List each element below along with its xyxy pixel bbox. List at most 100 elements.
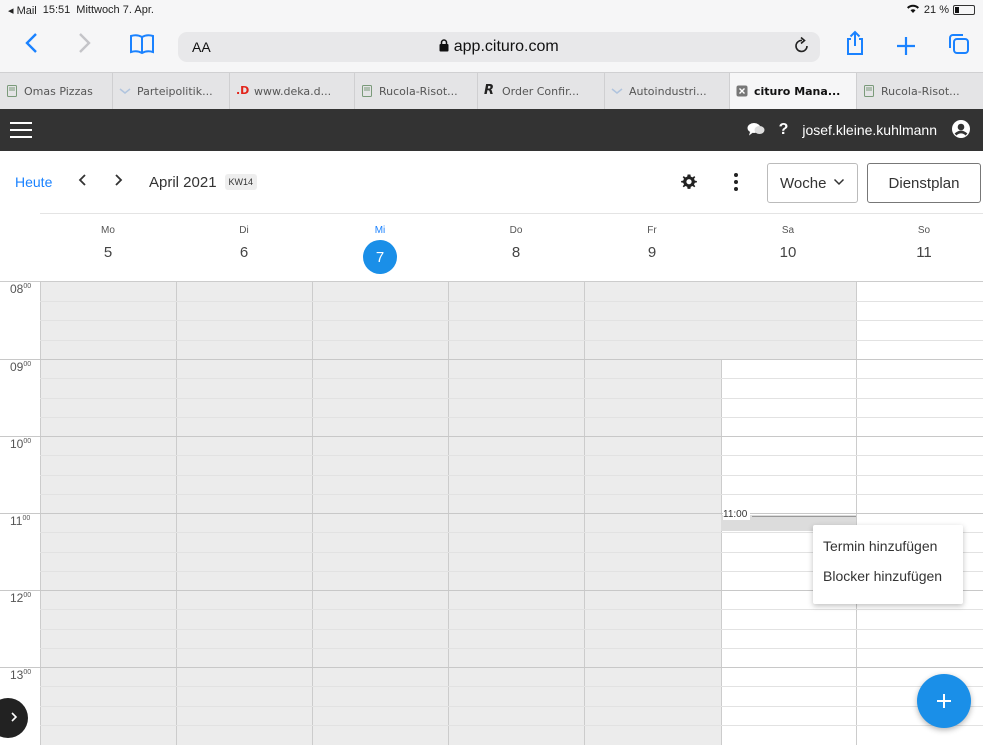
add-appointment-menu-item[interactable]: Termin hinzufügen — [813, 535, 963, 565]
dienstplan-button[interactable]: Dienstplan — [867, 163, 981, 203]
hour-label: 1200 — [10, 591, 32, 605]
deka-icon: .D — [236, 84, 250, 97]
bookmarks-icon[interactable] — [129, 33, 155, 59]
hour-label: 1100 — [10, 514, 31, 528]
chevron-down-icon — [833, 177, 845, 189]
share-icon[interactable] — [845, 30, 865, 60]
browser-tab[interactable]: Parteipolitik... — [113, 73, 230, 109]
calendar-toolbar: Heute April 2021 KW14 Woche Dienstplan — [0, 151, 983, 213]
script-r-icon: R — [484, 83, 495, 98]
app-header: ? josef.kleine.kuhlmann — [0, 109, 983, 151]
next-week-icon[interactable] — [114, 173, 124, 192]
tab-label: Rucola-Risot... — [379, 84, 458, 98]
chevron-right-icon — [10, 711, 18, 726]
day-header-today[interactable]: Mi 7 — [312, 214, 448, 282]
day-number: 5 — [103, 244, 113, 261]
day-header[interactable]: Do 8 — [448, 214, 584, 282]
day-header-row: Mo 5 Di 6 Mi 7 Do 8 Fr 9 Sa 10 So 11 — [40, 213, 983, 281]
browser-tab[interactable]: Rucola-Risot... — [857, 73, 983, 109]
url-display: app.cituro.com — [178, 38, 820, 56]
forward-chevron-icon[interactable] — [78, 32, 92, 58]
battery-icon — [953, 5, 975, 15]
back-chevron-icon[interactable] — [24, 32, 38, 58]
slot-context-menu: Termin hinzufügen Blocker hinzufügen — [813, 525, 963, 604]
hour-label: 1000 — [10, 437, 32, 451]
browser-tab[interactable]: .D www.deka.d... — [230, 73, 355, 109]
more-options-icon[interactable] — [734, 173, 738, 194]
username-label[interactable]: josef.kleine.kuhlmann — [802, 122, 937, 138]
browser-tab-strip: Omas Pizzas Parteipolitik... .D www.deka… — [0, 72, 983, 109]
battery-percent: 21 % — [923, 4, 949, 16]
view-select[interactable]: Woche — [767, 163, 858, 203]
status-date: Mittwoch 7. Apr. — [76, 3, 154, 16]
hour-label: 0900 — [10, 360, 32, 374]
tab-label: cituro Mana... — [754, 84, 841, 98]
day-name: Mi — [374, 225, 386, 236]
add-blocker-menu-item[interactable]: Blocker hinzufügen — [813, 565, 963, 595]
tab-label: Autoindustri... — [629, 84, 707, 98]
user-avatar-icon[interactable] — [951, 119, 971, 142]
browser-toolbar: AA app.cituro.com — [0, 20, 983, 72]
add-fab-button[interactable] — [917, 674, 971, 728]
gear-icon[interactable] — [680, 173, 698, 196]
new-tab-icon[interactable] — [896, 34, 916, 60]
browser-tab[interactable]: R Order Confir... — [478, 73, 605, 109]
bookmark-icon — [361, 85, 373, 97]
previous-week-icon[interactable] — [77, 173, 87, 192]
url-text: app.cituro.com — [453, 38, 559, 55]
help-button[interactable]: ? — [779, 121, 789, 139]
day-header[interactable]: Mo 5 — [40, 214, 176, 282]
status-time: 15:51 — [42, 3, 71, 16]
day-number: 8 — [511, 244, 521, 261]
close-tab-icon[interactable] — [736, 85, 748, 97]
tabs-overview-icon[interactable] — [948, 33, 970, 59]
month-label: April 2021 — [149, 173, 217, 191]
bookmark-icon — [6, 85, 18, 97]
time-indicator-line — [752, 516, 856, 517]
tab-label: www.deka.d... — [254, 84, 332, 98]
day-name: Fr — [647, 225, 657, 236]
chat-icon[interactable] — [747, 122, 765, 139]
day-number: 10 — [779, 244, 797, 261]
month-title: April 2021 KW14 — [149, 173, 258, 191]
week-time-grid[interactable]: 0800 0900 1000 1100 1200 1300 11:00 — [0, 281, 983, 745]
address-bar[interactable]: AA app.cituro.com — [178, 32, 820, 62]
mail-icon — [611, 85, 623, 97]
mail-icon — [119, 85, 131, 97]
tab-label: Omas Pizzas — [24, 84, 93, 98]
tab-label: Parteipolitik... — [137, 84, 213, 98]
day-header[interactable]: Di 6 — [176, 214, 312, 282]
day-name: Do — [509, 225, 523, 236]
reload-icon[interactable] — [794, 36, 810, 58]
browser-tab[interactable]: Rucola-Risot... — [355, 73, 478, 109]
hamburger-menu-icon[interactable] — [10, 122, 32, 138]
browser-tab[interactable]: Autoindustri... — [605, 73, 730, 109]
browser-tab-active[interactable]: cituro Mana... — [730, 73, 857, 109]
back-to-app-link[interactable]: ◂ Mail — [8, 4, 37, 17]
reader-options-button[interactable]: AA — [192, 39, 211, 55]
day-name: Sa — [781, 225, 795, 236]
day-number-today: 7 — [363, 240, 397, 274]
browser-tab[interactable]: Omas Pizzas — [0, 73, 113, 109]
day-header[interactable]: Sa 10 — [720, 214, 856, 282]
tab-label: Order Confir... — [502, 84, 580, 98]
ios-status-bar: ◂ Mail 15:51 Mittwoch 7. Apr. 21 % — [0, 0, 983, 20]
view-select-value: Woche — [780, 174, 827, 192]
day-header[interactable]: So 11 — [856, 214, 983, 282]
lock-icon — [439, 38, 453, 55]
selected-slot-time: 11:00 — [723, 509, 751, 520]
hour-label: 1300 — [10, 668, 32, 682]
bookmark-icon — [863, 85, 875, 97]
today-button[interactable]: Heute — [15, 174, 52, 190]
plus-icon — [935, 686, 953, 717]
day-number: 6 — [239, 244, 249, 261]
wifi-icon — [906, 3, 920, 17]
hour-label: 0800 — [10, 282, 32, 296]
day-number: 11 — [916, 244, 932, 261]
tab-label: Rucola-Risot... — [881, 84, 960, 98]
day-name: So — [917, 225, 931, 236]
day-name: Mo — [101, 225, 115, 236]
day-number: 9 — [647, 244, 657, 261]
day-name: Di — [239, 225, 249, 236]
day-header[interactable]: Fr 9 — [584, 214, 720, 282]
